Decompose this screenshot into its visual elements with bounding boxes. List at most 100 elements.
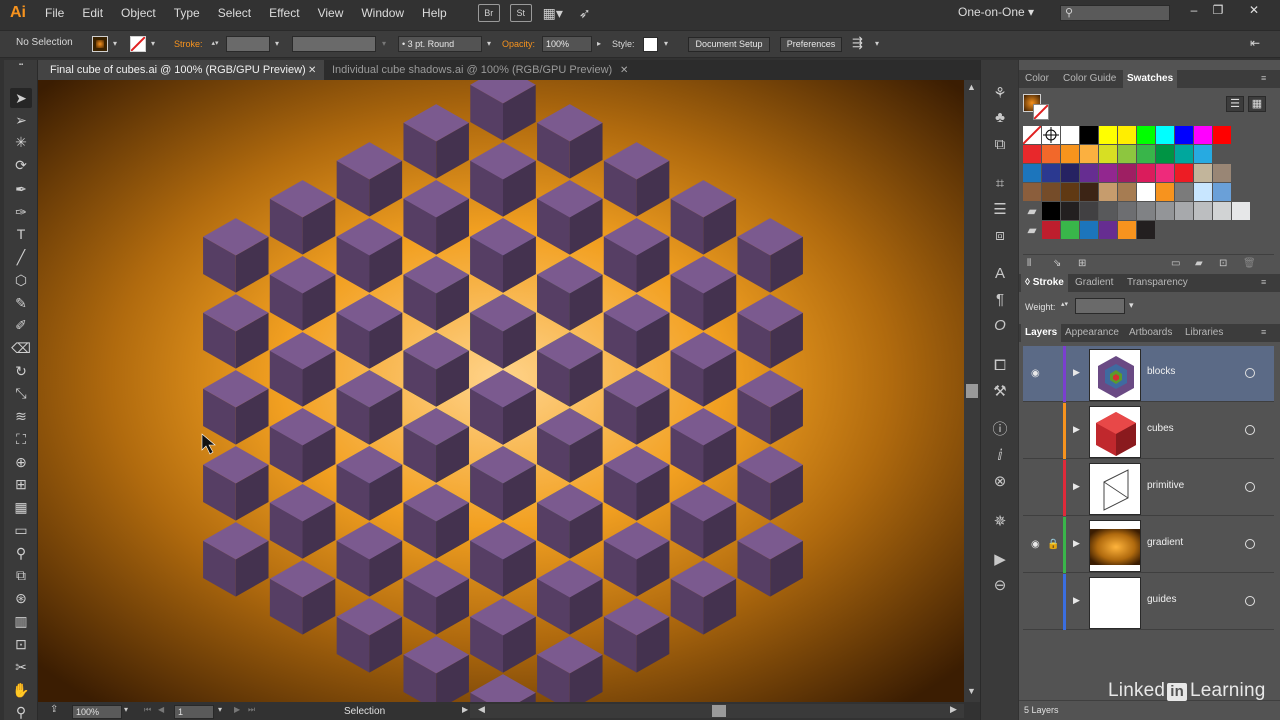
lock-icon[interactable]: 🔒	[1047, 539, 1059, 550]
scroll-up-icon[interactable]: ▲	[967, 82, 976, 92]
paintbrush-tool-icon[interactable]: ✎	[10, 293, 32, 313]
swatch[interactable]	[1118, 183, 1136, 201]
free-transform-tool-icon[interactable]: ⛶	[10, 429, 32, 449]
transform-icon[interactable]: ⌗	[989, 174, 1011, 194]
panel-menu-icon[interactable]: ≡	[1261, 327, 1266, 337]
stroke-label[interactable]: Stroke:	[174, 39, 203, 49]
shape-builder-tool-icon[interactable]: ⊕	[10, 452, 32, 472]
pathfinder-icon[interactable]: ⧈	[989, 226, 1011, 246]
swatch[interactable]	[1099, 145, 1117, 163]
swatch[interactable]	[1061, 221, 1079, 239]
stroke-weight-dropdown-icon[interactable]: ▾	[272, 37, 282, 51]
panel-menu-icon[interactable]: ≡	[1261, 73, 1266, 83]
swatch[interactable]	[1042, 164, 1060, 182]
gpu-performance-icon[interactable]: ➶	[574, 4, 596, 22]
tab-appearance[interactable]: Appearance	[1061, 324, 1123, 342]
graphic-style-swatch[interactable]	[643, 37, 658, 52]
expand-arrow-icon[interactable]: ▶	[1073, 424, 1080, 435]
first-artboard-icon[interactable]: ⏮	[144, 705, 151, 715]
target-circle-icon[interactable]	[1245, 425, 1255, 435]
panel-menu-icon[interactable]: ≡	[1261, 277, 1266, 287]
bridge-button[interactable]: Br	[477, 4, 500, 22]
share-icon[interactable]: ⇪	[50, 704, 58, 715]
swatch[interactable]	[1118, 126, 1136, 144]
eyedropper-tool-icon[interactable]: ⚲	[10, 543, 32, 563]
swatch[interactable]	[1099, 202, 1117, 220]
layer-name[interactable]: guides	[1147, 594, 1176, 605]
swatch[interactable]	[1061, 126, 1079, 144]
delete-swatch-icon[interactable]: 🗑	[1243, 258, 1256, 269]
swatch[interactable]	[1175, 183, 1193, 201]
tab-swatches[interactable]: Swatches	[1123, 70, 1178, 88]
swatch[interactable]	[1213, 183, 1231, 201]
swatch[interactable]	[1194, 145, 1212, 163]
swatch[interactable]	[1061, 183, 1079, 201]
swatch[interactable]	[1042, 145, 1060, 163]
swatch[interactable]	[1213, 202, 1231, 220]
layer-name[interactable]: gradient	[1147, 537, 1183, 548]
swatch[interactable]	[1137, 183, 1155, 201]
rotate-tool-icon[interactable]: ↻	[10, 361, 32, 381]
workspace-switcher[interactable]: One-on-One ▾	[958, 5, 1034, 19]
stroke-dropdown-icon[interactable]: ▾	[148, 37, 158, 51]
tab-color-guide[interactable]: Color Guide	[1059, 70, 1120, 88]
arrange-icon[interactable]: ⇶	[852, 35, 863, 51]
magic-wand-tool-icon[interactable]: ✳	[10, 132, 32, 152]
layer-name[interactable]: cubes	[1147, 423, 1174, 434]
align-icon[interactable]: ☰	[989, 200, 1011, 220]
menu-help[interactable]: Help	[413, 6, 456, 20]
menu-view[interactable]: View	[309, 6, 353, 20]
layer-name[interactable]: blocks	[1147, 366, 1175, 377]
menu-object[interactable]: Object	[112, 6, 165, 20]
perspective-grid-tool-icon[interactable]: ⊞	[10, 474, 32, 494]
weight-stepper[interactable]: ▴▾	[1061, 300, 1068, 308]
thumbnail-view-icon[interactable]: ▦	[1248, 96, 1266, 112]
swatch-libraries-icon[interactable]: ⫴	[1027, 258, 1031, 269]
opacity-label[interactable]: Opacity:	[502, 39, 535, 49]
weight-field[interactable]	[1075, 298, 1125, 314]
swatch[interactable]	[1156, 202, 1174, 220]
swatch[interactable]	[1213, 164, 1231, 182]
zoom-field[interactable]: 100%	[72, 705, 122, 719]
layer-row-guides[interactable]: ▶ guides	[1023, 574, 1274, 630]
close-tab-icon[interactable]: ✕	[308, 65, 316, 76]
tab-final-cube-of-cubes[interactable]: Final cube of cubes.ai @ 100% (RGB/GPU P…	[38, 60, 324, 80]
swatch[interactable]	[1023, 164, 1041, 182]
brush-definition-field[interactable]: • 3 pt. Round	[398, 36, 482, 52]
swatch[interactable]	[1194, 164, 1212, 182]
swatch[interactable]	[1061, 164, 1079, 182]
swatch[interactable]	[1137, 145, 1155, 163]
swatch[interactable]	[1080, 183, 1098, 201]
restore-button[interactable]: ❐	[1206, 3, 1230, 17]
swatch[interactable]	[1080, 202, 1098, 220]
character-icon[interactable]: A	[989, 264, 1011, 284]
swatch[interactable]	[1080, 126, 1098, 144]
swatch[interactable]	[1137, 202, 1155, 220]
navigator-icon[interactable]: ✵	[989, 512, 1011, 532]
swatch-registration[interactable]	[1042, 126, 1060, 144]
column-graph-tool-icon[interactable]: ▥	[10, 611, 32, 631]
swatch[interactable]	[1213, 126, 1231, 144]
eraser-tool-icon[interactable]: ⌫	[10, 338, 32, 358]
swatch[interactable]	[1175, 126, 1193, 144]
tab-individual-cube-shadows[interactable]: Individual cube shadows.ai @ 100% (RGB/G…	[320, 60, 630, 80]
layer-row-blocks[interactable]: ◉ ▶ blocks	[1023, 346, 1274, 402]
color-group-folder-icon[interactable]: ▰	[1023, 202, 1041, 220]
new-color-group-icon[interactable]: ▰	[1195, 258, 1203, 269]
swatch[interactable]	[1156, 126, 1174, 144]
swatch[interactable]	[1194, 183, 1212, 201]
swatch[interactable]	[1156, 183, 1174, 201]
menu-effect[interactable]: Effect	[260, 6, 308, 20]
type-tool-icon[interactable]: T	[10, 224, 32, 244]
control-panel-menu-icon[interactable]: ⇤	[1250, 36, 1260, 50]
swatch[interactable]	[1061, 145, 1079, 163]
layer-row-cubes[interactable]: ▶ cubes	[1023, 403, 1274, 459]
swatch[interactable]	[1194, 202, 1212, 220]
style-dropdown-icon[interactable]: ▾	[661, 37, 671, 51]
color-group-folder-icon[interactable]: ▰	[1023, 221, 1041, 239]
symbol-sprayer-tool-icon[interactable]: ⊛	[10, 588, 32, 608]
width-tool-icon[interactable]: ≋	[10, 406, 32, 426]
menu-file[interactable]: File	[36, 6, 73, 20]
swatch-none[interactable]	[1022, 125, 1042, 145]
menu-select[interactable]: Select	[209, 6, 260, 20]
